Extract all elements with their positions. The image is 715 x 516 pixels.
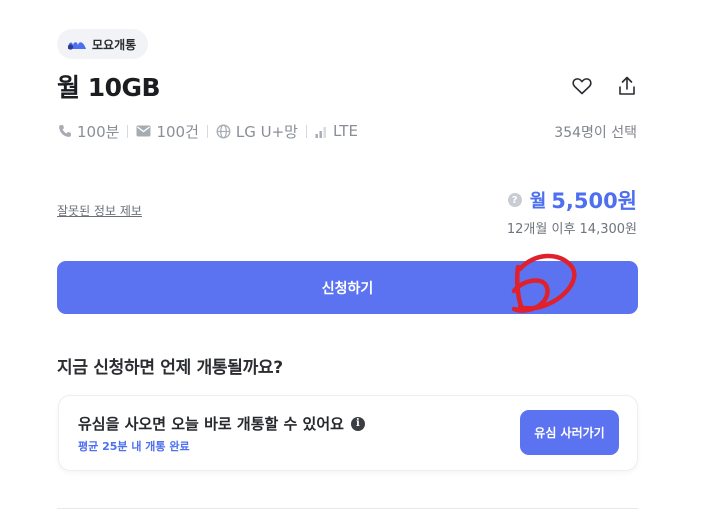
plan-title: 월 10GB	[57, 73, 161, 102]
globe-icon	[216, 124, 231, 138]
message-icon	[136, 125, 151, 137]
like-button[interactable]	[570, 74, 594, 98]
spec-network-label: LG U+망	[235, 122, 298, 141]
moyo-logo-icon	[67, 42, 86, 50]
spec-generation-label: LTE	[332, 122, 358, 140]
activation-card-subtitle: 평균 25분 내 개통 완료	[78, 440, 190, 453]
heart-icon	[572, 78, 592, 95]
signal-icon	[315, 126, 326, 138]
price-value: 5,500원	[551, 189, 637, 213]
spec-call-label: 100분	[77, 122, 120, 141]
activation-card-title: 유심을 사오면 오늘 바로 개통할 수 있어요 i	[78, 413, 365, 434]
spec-message-label: 100건	[156, 122, 199, 141]
phone-icon	[59, 125, 71, 137]
price-prefix: 월	[529, 191, 547, 212]
share-button[interactable]	[615, 74, 639, 98]
info-icon[interactable]: i	[350, 416, 365, 431]
spec-divider	[206, 124, 208, 138]
report-wrong-info-link[interactable]: 잘못된 정보 제보	[57, 202, 142, 219]
help-icon[interactable]: ?	[507, 193, 522, 207]
activation-section-title: 지금 신청하면 언제 개통될까요?	[57, 358, 283, 378]
spec-divider	[305, 124, 307, 138]
brand-badge: 모요개통	[57, 29, 149, 59]
divider	[57, 508, 638, 509]
choose-count: 354명이 선택	[554, 125, 637, 141]
price-after-12-months: 12개월 이후 14,300원	[506, 222, 637, 237]
share-icon	[619, 76, 635, 95]
apply-button[interactable]: 신청하기	[57, 261, 638, 314]
plan-specs: 100분 100건 LG U+망 LTE	[58, 120, 358, 142]
monthly-price: ? 월 5,500원	[507, 185, 637, 215]
brand-name: 모요개통	[92, 37, 137, 52]
activation-card: 유심을 사오면 오늘 바로 개통할 수 있어요 i 평균 25분 내 개통 완료…	[58, 395, 638, 471]
spec-call: 100분	[58, 121, 119, 142]
spec-message: 100건	[136, 121, 199, 142]
activation-card-title-text: 유심을 사오면 오늘 바로 개통할 수 있어요	[78, 415, 344, 433]
buy-usim-button[interactable]: 유심 사러가기	[520, 410, 619, 455]
spec-network: LG U+망	[216, 121, 298, 142]
spec-divider	[127, 124, 129, 138]
spec-generation: LTE	[315, 122, 358, 140]
